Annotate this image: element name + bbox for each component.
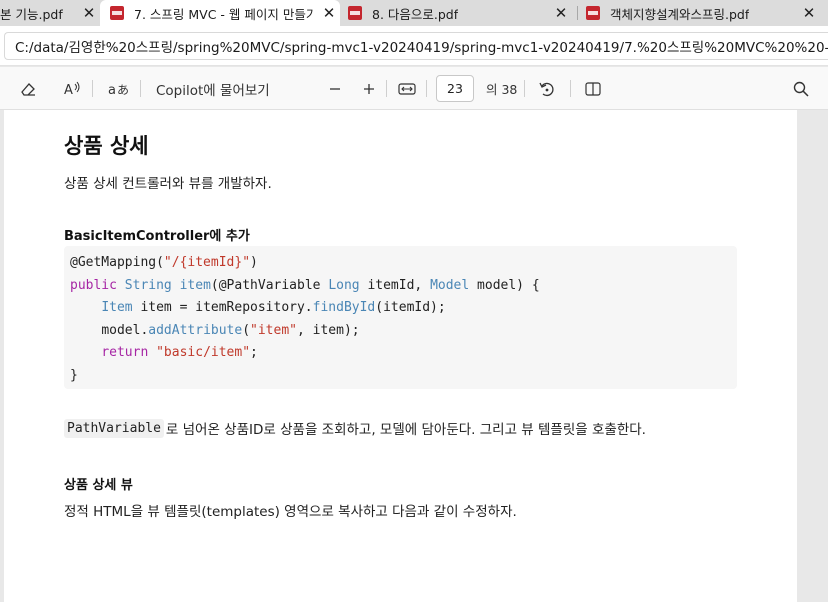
toolbar-divider xyxy=(426,80,427,97)
toolbar-divider xyxy=(524,80,525,97)
intro-paragraph: 상품 상세 컨트롤러와 뷰를 개발하자. xyxy=(64,176,272,192)
eraser-icon[interactable] xyxy=(14,67,42,110)
two-page-icon[interactable] xyxy=(580,67,606,110)
code-line: model.addAttribute("item", item); xyxy=(101,322,360,338)
explanation-paragraph: PathVariable 로 넘어온 상품ID로 상품을 조회하고, 모델에 담… xyxy=(64,418,646,438)
code-heading: BasicItemController에 추가 xyxy=(64,229,250,244)
pdf-viewer[interactable]: 상품 상세 상품 상세 컨트롤러와 뷰를 개발하자. BasicItemCont… xyxy=(0,110,828,602)
toolbar-divider xyxy=(570,80,571,97)
toolbar-divider xyxy=(386,80,387,97)
tab-oop-spring[interactable]: 객체지향설계와스프링.pdf ✕ xyxy=(578,0,824,26)
pdf-page: 상품 상세 상품 상세 컨트롤러와 뷰를 개발하자. BasicItemCont… xyxy=(4,110,797,602)
rotate-icon[interactable] xyxy=(534,67,560,110)
view-heading: 상품 상세 뷰 xyxy=(64,478,133,493)
pdf-file-icon xyxy=(586,6,600,20)
fit-width-icon[interactable] xyxy=(394,67,420,110)
pdf-toolbar: A aあ Copilot에 물어보기 23 의 38 xyxy=(0,67,828,110)
close-icon[interactable]: ✕ xyxy=(798,0,820,26)
read-aloud-icon[interactable]: A xyxy=(58,67,86,110)
code-line: Item item = itemRepository.findById(item… xyxy=(101,300,446,316)
pdf-file-icon xyxy=(348,6,362,20)
copilot-button[interactable]: Copilot에 물어보기 xyxy=(152,67,274,110)
tab-label: 본 기능.pdf xyxy=(0,6,63,22)
tab-label: 8. 다음으로.pdf xyxy=(372,6,459,22)
close-icon[interactable]: ✕ xyxy=(78,0,100,26)
pdf-file-icon xyxy=(110,6,124,20)
view-paragraph: 정적 HTML을 뷰 템플릿(templates) 영역으로 복사하고 다음과 … xyxy=(64,504,517,520)
close-icon[interactable]: ✕ xyxy=(318,0,340,26)
svg-text:a: a xyxy=(108,83,116,98)
search-icon[interactable] xyxy=(788,67,814,110)
tab-basic-features[interactable]: 본 기능.pdf ✕ xyxy=(0,0,100,26)
toolbar-divider xyxy=(92,80,93,97)
close-icon[interactable]: ✕ xyxy=(550,0,572,26)
code-block: @GetMapping("/{itemId}") public String i… xyxy=(64,246,737,389)
inline-code: PathVariable xyxy=(64,418,164,438)
svg-text:あ: あ xyxy=(117,83,129,97)
tab-label: 7. 스프링 MVC - 웹 페이지 만들기 xyxy=(134,6,314,22)
zoom-in-icon[interactable] xyxy=(356,67,382,110)
code-line: return "basic/item"; xyxy=(101,345,258,361)
tab-label: 객체지향설계와스프링.pdf xyxy=(610,6,750,22)
code-line: } xyxy=(70,367,78,383)
address-bar: C:/data/김영한%20스프링/spring%20MVC/spring-mv… xyxy=(0,26,828,66)
section-heading: 상품 상세 xyxy=(64,134,149,158)
explanation-text: 로 넘어온 상품ID로 상품을 조회하고, 모델에 담아둔다. 그리고 뷰 템플… xyxy=(165,422,646,438)
svg-text:A: A xyxy=(64,83,73,98)
url-field[interactable]: C:/data/김영한%20스프링/spring%20MVC/spring-mv… xyxy=(4,32,828,60)
tab-next-steps[interactable]: 8. 다음으로.pdf ✕ xyxy=(340,0,576,26)
toolbar-divider xyxy=(140,80,141,97)
translate-icon[interactable]: aあ xyxy=(104,67,132,110)
page-number-input[interactable]: 23 xyxy=(436,75,474,102)
code-line: public String item(@PathVariable Long it… xyxy=(70,277,540,293)
tab-spring-mvc-web-page[interactable]: 7. 스프링 MVC - 웹 페이지 만들기 ✕ xyxy=(100,0,340,26)
zoom-out-icon[interactable] xyxy=(322,67,348,110)
tab-bar: 본 기능.pdf ✕ 7. 스프링 MVC - 웹 페이지 만들기 ✕ 8. 다… xyxy=(0,0,828,26)
viewer-margin xyxy=(797,110,828,602)
page-total-label: 의 38 xyxy=(486,82,518,97)
code-line: @GetMapping("/{itemId}") xyxy=(70,255,258,270)
